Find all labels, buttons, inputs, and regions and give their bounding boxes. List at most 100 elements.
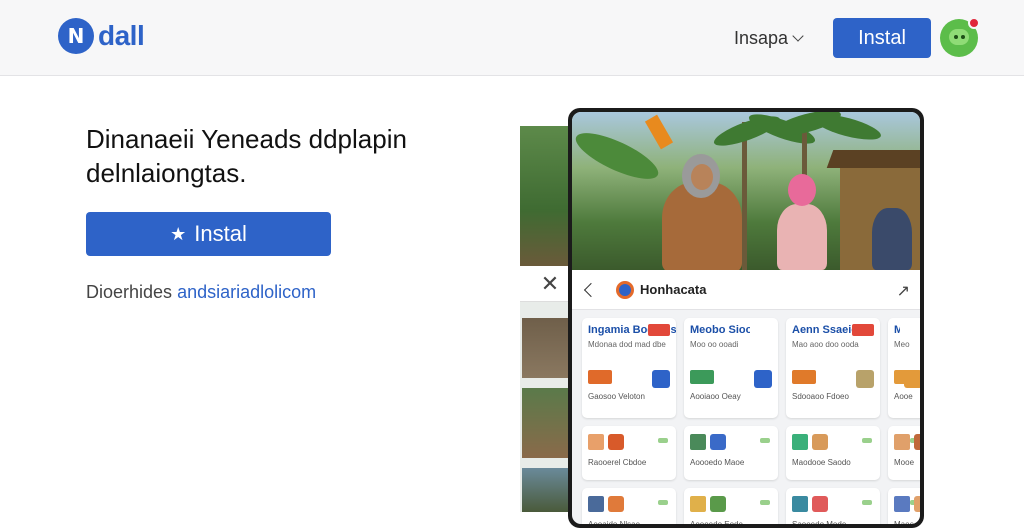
card-thumbnail — [904, 370, 920, 388]
hero-install-button[interactable]: ★ Instal — [86, 212, 331, 256]
person-man — [872, 208, 912, 270]
card-badge — [852, 324, 874, 336]
logo-mark-icon: N — [58, 18, 94, 54]
hero-sub-prefix: Dioerhides — [86, 282, 173, 302]
hero-subtext: Dioerhides andsiariadlolicom — [86, 282, 316, 303]
app-card[interactable]: Mooe — [888, 426, 920, 480]
card-footer: Maodooe Saodo — [792, 458, 851, 467]
card-thumbnail — [710, 434, 726, 450]
logo-text: dall — [98, 20, 145, 51]
app-card[interactable]: Raooerel Cbdoe — [582, 426, 676, 480]
user-avatar[interactable] — [940, 17, 980, 57]
notification-dot — [968, 17, 980, 29]
card-footer: Mooe — [894, 458, 915, 467]
star-icon: ★ — [170, 223, 187, 244]
app-card[interactable]: Meobo Sioolra Moo oo ooadi Aooiaoo Oeay — [684, 318, 778, 418]
card-footer: Aooe — [894, 392, 913, 401]
person-thumbnail — [522, 388, 570, 458]
card-footer: Sdooaoo Fdoeo — [792, 392, 849, 401]
app-card[interactable]: Aoooedo Eode — [684, 488, 778, 524]
app-card[interactable]: Maoe — [888, 488, 920, 524]
house-thumbnail — [522, 318, 570, 378]
card-thumbnail — [754, 370, 772, 388]
card-thumbnail — [914, 434, 920, 450]
app-card[interactable]: Aoooedo Maoe — [684, 426, 778, 480]
hero-sub-link[interactable]: andsiariadlolicom — [177, 282, 316, 302]
app-card-grid: Ingamia Bodoms Mdonaa dod mad dbe Gaosoo V… — [582, 318, 920, 524]
card-image — [690, 496, 706, 512]
language-label: Insapa — [734, 28, 789, 48]
card-indicator — [862, 500, 872, 505]
card-image — [690, 370, 714, 384]
card-badge — [648, 324, 670, 336]
card-footer: Aoooedo Maoe — [690, 458, 745, 467]
card-indicator — [658, 500, 668, 505]
hero-install-label: Instal — [194, 221, 247, 246]
card-footer: Maoe — [894, 520, 914, 524]
card-footer: Gaosoo Veloton — [588, 392, 645, 401]
card-footer: Aooiaoo Oeay — [690, 392, 741, 401]
card-footer: Aooaido Nlsae — [588, 520, 640, 524]
card-thumbnail — [608, 496, 624, 512]
app-card[interactable]: MortMeoAooe — [888, 318, 920, 418]
app-logo-icon — [616, 280, 634, 299]
phone-mockup: Honhacata ↗ Ingamia Bodoms Mdonaa dod mad… — [568, 108, 924, 528]
card-image — [894, 434, 910, 450]
card-footer: Saooedo Mode — [792, 520, 846, 524]
brand-logo[interactable]: N dall — [58, 18, 145, 54]
card-thumbnail — [710, 496, 726, 512]
card-subtitle: Meo — [894, 340, 910, 349]
card-image — [588, 434, 604, 450]
language-dropdown[interactable]: Insapa — [734, 28, 804, 49]
card-image — [894, 496, 910, 512]
card-indicator — [658, 438, 668, 443]
card-thumbnail — [856, 370, 874, 388]
card-thumbnail — [608, 434, 624, 450]
card-image — [792, 496, 808, 512]
avatar-eye-icon — [954, 35, 958, 39]
card-footer: Raooerel Cbdoe — [588, 458, 647, 467]
app-card[interactable]: Aooaido Nlsae — [582, 488, 676, 524]
card-image — [588, 496, 604, 512]
landscape-thumbnail — [522, 468, 570, 512]
card-image — [792, 370, 816, 384]
card-badge — [900, 324, 920, 336]
card-image — [690, 434, 706, 450]
hero-photo — [572, 112, 920, 270]
hero-title: Dinanaeii Yeneads ddplapin delnlaiongtas… — [86, 124, 407, 188]
chevron-down-icon — [792, 30, 804, 42]
palm-leaf — [810, 112, 884, 145]
card-title: Aenn Ssaeio — [792, 324, 859, 336]
app-card[interactable]: Saooedo Mode — [786, 488, 880, 524]
card-indicator — [760, 438, 770, 443]
card-subtitle: Moo oo ooadi — [690, 340, 739, 349]
app-card[interactable]: Ingamia Bodoms Mdonaa dod mad dbe Gaosoo V… — [582, 318, 676, 418]
share-icon[interactable]: ↗ — [897, 281, 910, 301]
child-hat — [788, 174, 816, 206]
avatar-face-icon — [949, 29, 969, 45]
app-card[interactable]: Aenn Ssaeio Mao aoo doo ooda Sdooaoo Fdoeo — [786, 318, 880, 418]
app-bar: Honhacata ↗ — [572, 270, 920, 310]
top-header: N dall Insapa Instal — [0, 0, 1024, 76]
avatar-eye-icon — [961, 35, 965, 39]
card-image — [792, 434, 808, 450]
card-footer: Aoooedo Eode — [690, 520, 743, 524]
close-icon: ✕ — [540, 270, 560, 296]
card-badge — [750, 324, 772, 336]
card-thumbnail — [812, 496, 828, 512]
phone-screen: Honhacata ↗ Ingamia Bodoms Mdonaa dod mad… — [572, 112, 920, 524]
app-name: Honhacata — [640, 282, 707, 297]
banana-leaf — [572, 124, 664, 188]
card-thumbnail — [812, 434, 828, 450]
app-card[interactable]: Maodooe Saodo — [786, 426, 880, 480]
card-image — [588, 370, 612, 384]
card-thumbnail — [914, 496, 920, 512]
header-install-button[interactable]: Instal — [833, 18, 931, 58]
back-arrow-icon[interactable] — [583, 282, 599, 297]
card-indicator — [862, 438, 872, 443]
face — [691, 164, 713, 190]
card-subtitle: Mdonaa dod mad dbe — [588, 340, 666, 349]
card-thumbnail — [652, 370, 670, 388]
card-subtitle: Mao aoo doo ooda — [792, 340, 859, 349]
card-indicator — [760, 500, 770, 505]
